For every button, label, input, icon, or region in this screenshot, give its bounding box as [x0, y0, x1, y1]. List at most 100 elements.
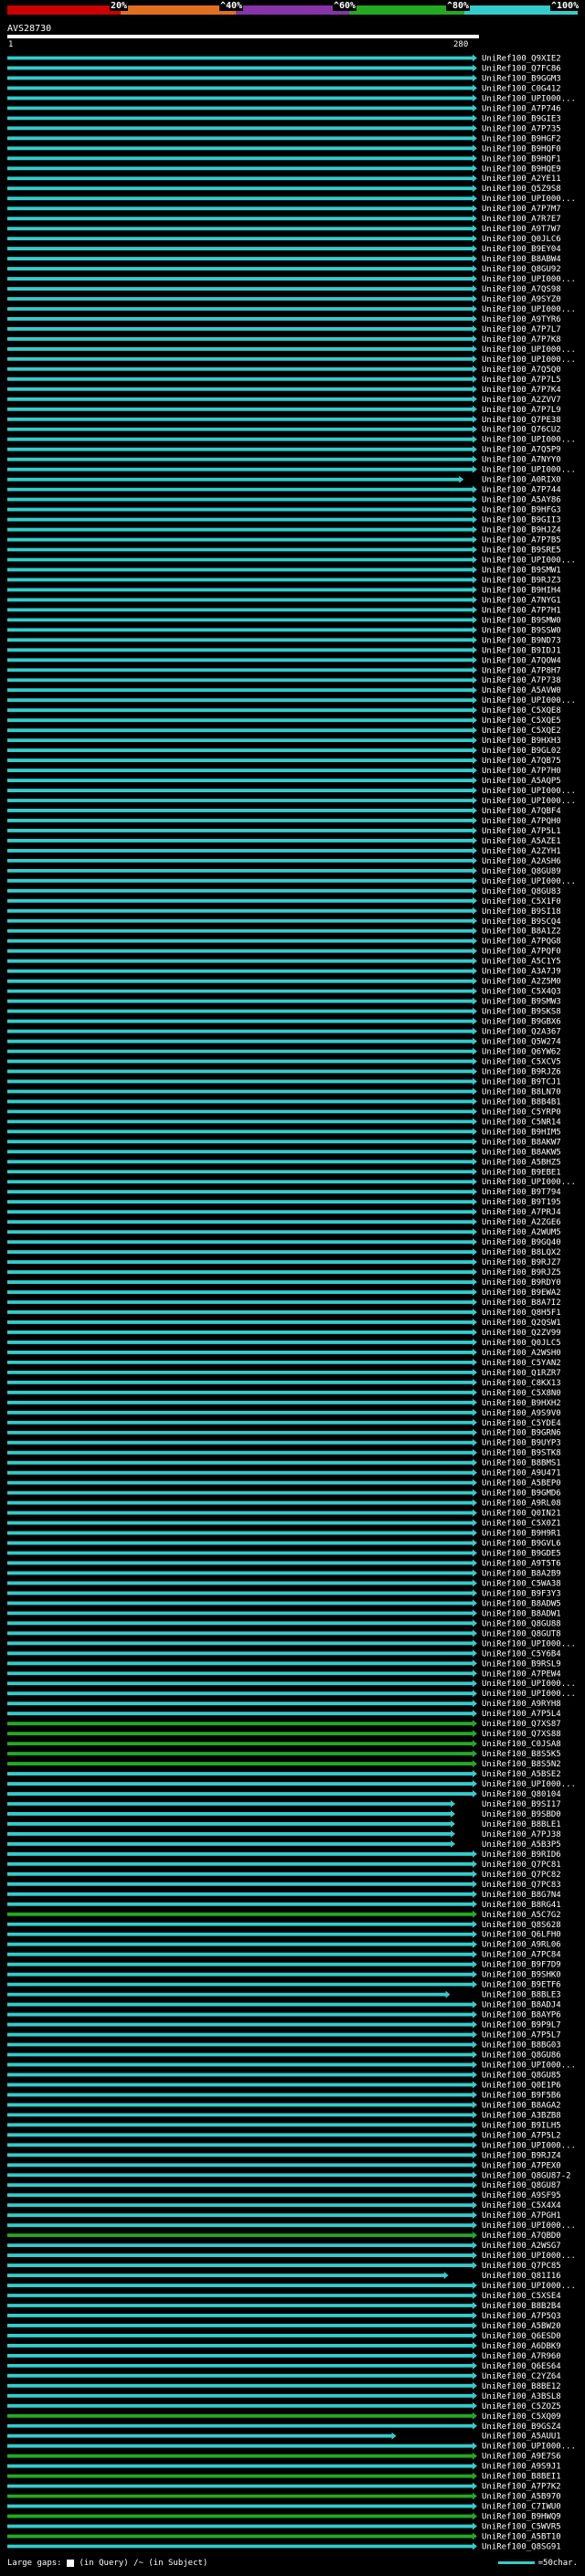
hit-label[interactable]: UniRef100_B9SMW3 — [482, 998, 561, 1007]
hit-label[interactable]: UniRef100_Q81I16 — [482, 2272, 561, 2281]
hit-label[interactable]: UniRef100_A2WUM5 — [482, 1228, 561, 1237]
hit-label[interactable]: UniRef100_A7P5L4 — [482, 1710, 561, 1719]
hit-label[interactable]: UniRef100_C5ZOZ5 — [482, 2402, 561, 2412]
hit-label[interactable]: UniRef100_B8A1Z2 — [482, 928, 561, 937]
hit-label[interactable]: UniRef100_Q6YW62 — [482, 1048, 561, 1057]
hit-label[interactable]: UniRef100_Q8H5F1 — [482, 1309, 561, 1318]
hit-label[interactable]: UniRef100_A7P7M7 — [482, 205, 561, 214]
hit-label[interactable]: UniRef100_UPI000... — [482, 345, 576, 355]
hit-label[interactable]: UniRef100_A2WSG7 — [482, 2242, 561, 2251]
hit-label[interactable]: UniRef100_A7R7E7 — [482, 215, 561, 224]
hit-label[interactable]: UniRef100_B8BLE1 — [482, 1820, 561, 1829]
hit-label[interactable]: UniRef100_UPI000... — [482, 466, 576, 475]
hit-label[interactable]: UniRef100_B9TCJ1 — [482, 1077, 561, 1087]
hit-label[interactable]: UniRef100_Q7PC85 — [482, 2262, 561, 2271]
hit-label[interactable]: UniRef100_B9HQF0 — [482, 144, 561, 154]
hit-label[interactable]: UniRef100_Q7XS87 — [482, 1720, 561, 1729]
hit-label[interactable]: UniRef100_A9T7W7 — [482, 225, 561, 234]
hit-label[interactable]: UniRef100_Q2A367 — [482, 1028, 561, 1037]
hit-label[interactable]: UniRef100_Q1RZR7 — [482, 1369, 561, 1378]
hit-label[interactable]: UniRef100_Q8GUT8 — [482, 1629, 561, 1638]
hit-label[interactable]: UniRef100_Q7PC82 — [482, 1871, 561, 1880]
hit-label[interactable]: UniRef100_C5YDE4 — [482, 1419, 561, 1428]
hit-label[interactable]: UniRef100_A7PGH1 — [482, 2211, 561, 2221]
hit-label[interactable]: UniRef100_A5C1Y5 — [482, 958, 561, 967]
hit-label[interactable]: UniRef100_B9HIH4 — [482, 586, 561, 595]
hit-label[interactable]: UniRef100_Q8S628 — [482, 1921, 561, 1930]
hit-label[interactable]: UniRef100_Q7FC86 — [482, 64, 561, 73]
hit-label[interactable]: UniRef100_UPI000... — [482, 2061, 576, 2070]
hit-label[interactable]: UniRef100_Q2ZV99 — [482, 1329, 561, 1338]
hit-label[interactable]: UniRef100_Q0IN21 — [482, 1510, 561, 1519]
hit-label[interactable]: UniRef100_A7R960 — [482, 2352, 561, 2361]
hit-label[interactable]: UniRef100_UPI000... — [482, 1690, 576, 1699]
hit-label[interactable]: UniRef100_C7IWU0 — [482, 2503, 561, 2512]
hit-label[interactable]: UniRef100_UPI000... — [482, 2443, 576, 2452]
hit-label[interactable]: UniRef100_B8ADJ4 — [482, 2001, 561, 2010]
hit-label[interactable]: UniRef100_Q7XS88 — [482, 1730, 561, 1739]
hit-label[interactable]: UniRef100_A5BW20 — [482, 2322, 561, 2331]
hit-label[interactable]: UniRef100_A9RL06 — [482, 1941, 561, 1950]
hit-label[interactable]: UniRef100_UPI000... — [482, 2282, 576, 2291]
hit-label[interactable]: UniRef100_A7PQG8 — [482, 938, 561, 947]
hit-label[interactable]: UniRef100_B8S5K5 — [482, 1750, 561, 1759]
hit-label[interactable]: UniRef100_A5BHZ5 — [482, 1158, 561, 1167]
hit-label[interactable]: UniRef100_B8ADW5 — [482, 1599, 561, 1608]
hit-label[interactable]: UniRef100_B9HQE9 — [482, 164, 561, 174]
hit-label[interactable]: UniRef100_A9TYR6 — [482, 315, 561, 324]
hit-label[interactable]: UniRef100_A7QBD0 — [482, 2231, 561, 2241]
hit-label[interactable]: UniRef100_B9SKS8 — [482, 1008, 561, 1017]
hit-label[interactable]: UniRef100_B9RSL9 — [482, 1659, 561, 1669]
hit-label[interactable]: UniRef100_C5X1F0 — [482, 897, 561, 906]
hit-label[interactable]: UniRef100_A7P7L9 — [482, 406, 561, 415]
hit-label[interactable]: UniRef100_B9F7D9 — [482, 1961, 561, 1970]
hit-label[interactable]: UniRef100_B8AKW7 — [482, 1138, 561, 1147]
hit-label[interactable]: UniRef100_A7P7L7 — [482, 325, 561, 334]
hit-label[interactable]: UniRef100_B9GVL6 — [482, 1540, 561, 1549]
hit-label[interactable]: UniRef100_UPI000... — [482, 1178, 576, 1187]
hit-label[interactable]: UniRef100_B9RJZ5 — [482, 1268, 561, 1277]
hit-label[interactable]: UniRef100_UPI000... — [482, 797, 576, 806]
hit-label[interactable]: UniRef100_B9P9L7 — [482, 2021, 561, 2030]
hit-label[interactable]: UniRef100_C5XQ09 — [482, 2412, 561, 2422]
hit-label[interactable]: UniRef100_B9GL02 — [482, 747, 561, 756]
hit-label[interactable]: UniRef100_B9GIE3 — [482, 114, 561, 123]
hit-label[interactable]: UniRef100_B9GDE5 — [482, 1549, 561, 1558]
hit-label[interactable]: UniRef100_A9E7S6 — [482, 2453, 561, 2462]
hit-label[interactable]: UniRef100_A5AVW0 — [482, 686, 561, 695]
hit-label[interactable]: UniRef100_A5BEP0 — [482, 1479, 561, 1489]
hit-label[interactable]: UniRef100_A9S9V0 — [482, 1409, 561, 1418]
hit-label[interactable]: UniRef100_Q0JLC6 — [482, 235, 561, 244]
hit-label[interactable]: UniRef100_B8BEI1 — [482, 2473, 561, 2482]
hit-label[interactable]: UniRef100_A7Q5P9 — [482, 446, 561, 455]
hit-label[interactable]: UniRef100_B8ABW4 — [482, 255, 561, 264]
hit-label[interactable]: UniRef100_A7PEX0 — [482, 2161, 561, 2170]
hit-label[interactable]: UniRef100_B8BE12 — [482, 2382, 561, 2391]
hit-label[interactable]: UniRef100_A2ZGE6 — [482, 1218, 561, 1227]
hit-label[interactable]: UniRef100_C0G412 — [482, 84, 561, 93]
hit-label[interactable]: UniRef100_B9SMW0 — [482, 616, 561, 625]
hit-label[interactable]: UniRef100_B9IDJ1 — [482, 646, 561, 655]
hit-label[interactable]: UniRef100_A7PJ38 — [482, 1830, 561, 1839]
hit-label[interactable]: UniRef100_A5BSE2 — [482, 1770, 561, 1779]
hit-label[interactable]: UniRef100_B8B4B1 — [482, 1097, 561, 1107]
hit-label[interactable]: UniRef100_C2YZ64 — [482, 2372, 561, 2381]
hit-label[interactable]: UniRef100_B9SCQ4 — [482, 917, 561, 927]
hit-label[interactable]: UniRef100_B9F3Y3 — [482, 1589, 561, 1598]
hit-label[interactable]: UniRef100_A7NYG1 — [482, 596, 561, 605]
hit-label[interactable]: UniRef100_UPI000... — [482, 2252, 576, 2261]
hit-label[interactable]: UniRef100_B9EWA2 — [482, 1288, 561, 1298]
hit-label[interactable]: UniRef100_Q6LFH0 — [482, 1931, 561, 1940]
hit-label[interactable]: UniRef100_B9GRN6 — [482, 1429, 561, 1438]
hit-label[interactable]: UniRef100_A5AQP5 — [482, 777, 561, 786]
hit-label[interactable]: UniRef100_A7QOW4 — [482, 656, 561, 665]
hit-label[interactable]: UniRef100_B9HXH2 — [482, 1399, 561, 1408]
hit-label[interactable]: UniRef100_B8AYP6 — [482, 2011, 561, 2020]
hit-label[interactable]: UniRef100_Q7PE38 — [482, 416, 561, 425]
hit-label[interactable]: UniRef100_A7PEW4 — [482, 1670, 561, 1679]
hit-label[interactable]: UniRef100_A7P7K8 — [482, 335, 561, 345]
hit-label[interactable]: UniRef100_UPI000... — [482, 275, 576, 284]
hit-label[interactable]: UniRef100_B9HIM5 — [482, 1128, 561, 1137]
hit-label[interactable]: UniRef100_C5XSE4 — [482, 2292, 561, 2301]
hit-label[interactable]: UniRef100_Q9XIE2 — [482, 54, 561, 63]
